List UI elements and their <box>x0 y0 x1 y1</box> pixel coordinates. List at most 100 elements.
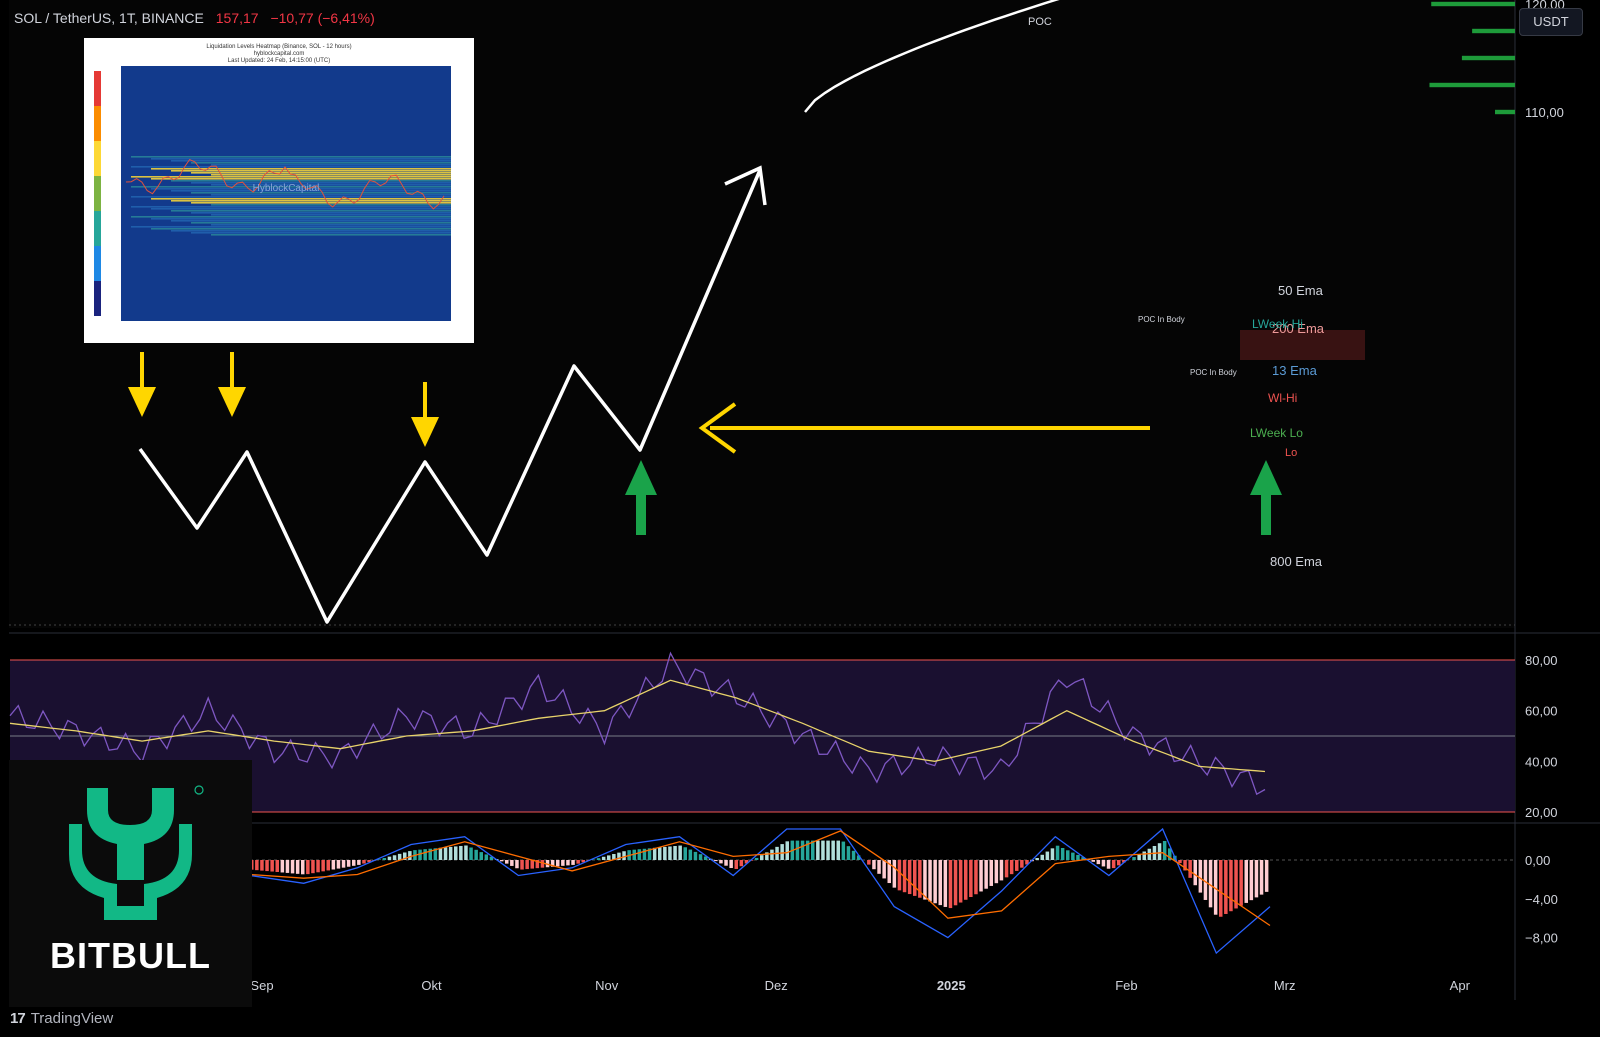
macd-histogram-bar <box>974 860 978 895</box>
ema800-label: 800 Ema <box>1270 554 1323 569</box>
heatmap-colorbar <box>94 71 101 316</box>
macd-histogram-bar <box>397 853 402 860</box>
macd-histogram-bar <box>1050 848 1055 860</box>
macd-histogram-bar <box>943 860 948 907</box>
macd-histogram-bar <box>851 850 856 860</box>
heatmap-band <box>171 230 451 232</box>
macd-tick-label: −8,00 <box>1525 931 1558 946</box>
heatmap-band <box>171 220 451 222</box>
macd-histogram-bar <box>1254 860 1259 898</box>
price-value: 157,17 <box>215 10 259 26</box>
heatmap-band <box>211 224 451 226</box>
macd-histogram-bar <box>464 845 468 860</box>
macd-histogram-bar <box>270 860 274 872</box>
macd-histogram-bar <box>1249 860 1254 901</box>
heatmap-band <box>151 208 451 210</box>
heatmap-band <box>171 200 451 202</box>
macd-histogram-bar <box>479 852 483 860</box>
macd-histogram-bar <box>510 860 514 866</box>
currency-button[interactable]: USDT <box>1519 8 1583 36</box>
macd-histogram-bar <box>754 857 759 860</box>
macd-histogram-bar <box>663 846 667 860</box>
macd-histogram-bar <box>1020 860 1024 868</box>
macd-histogram-bar <box>892 860 897 888</box>
footer-brand[interactable]: TradingView <box>31 1010 114 1027</box>
ema13-label: 13 Ema <box>1272 363 1318 378</box>
time-tick-label: Okt <box>421 978 442 993</box>
macd-histogram-bar <box>1239 860 1243 906</box>
heatmap-band <box>131 196 451 198</box>
heatmap-band <box>171 160 451 162</box>
colorbar-segment <box>94 141 101 176</box>
macd-histogram-bar <box>484 854 489 860</box>
macd-histogram-bar <box>1157 843 1162 860</box>
macd-histogram-bar <box>520 860 524 870</box>
heatmap-band <box>171 180 451 182</box>
macd-histogram-bar <box>1137 854 1141 860</box>
macd-histogram-bar <box>1009 860 1014 875</box>
macd-histogram-bar <box>326 860 330 871</box>
macd-histogram-bar <box>984 860 988 889</box>
poc-label: POC <box>1028 16 1052 28</box>
macd-histogram-bar <box>331 860 336 870</box>
colorbar-segment <box>94 211 101 246</box>
macd-histogram-bar <box>994 860 999 884</box>
macd-histogram-bar <box>525 860 529 870</box>
macd-histogram-bar <box>321 860 325 872</box>
macd-histogram-bar <box>841 841 846 860</box>
macd-histogram-bar <box>1071 852 1075 860</box>
macd-histogram-bar <box>1101 860 1106 867</box>
macd-histogram-bar <box>601 856 606 860</box>
macd-histogram-bar <box>1203 860 1208 900</box>
macd-histogram-bar <box>357 860 361 865</box>
macd-histogram-bar <box>1178 860 1182 864</box>
macd-histogram-bar <box>454 846 458 860</box>
macd-histogram-bar <box>698 854 703 860</box>
macd-histogram-bar <box>566 860 570 866</box>
macd-histogram-bar <box>913 860 917 896</box>
macd-histogram-bar <box>678 845 682 860</box>
macd-histogram-bar <box>1259 860 1264 895</box>
macd-histogram-bar <box>1096 860 1101 865</box>
time-tick-label: 2025 <box>937 978 966 993</box>
macd-histogram-bar <box>760 855 764 860</box>
macd-histogram-bar <box>1193 860 1197 886</box>
heatmap-band <box>191 192 451 194</box>
macd-histogram-bar <box>729 860 733 869</box>
macd-histogram-bar <box>311 860 315 874</box>
macd-histogram-bar <box>255 860 259 871</box>
heatmap-band <box>151 158 451 160</box>
macd-histogram-bar <box>882 860 886 879</box>
heatmap-band <box>211 234 451 236</box>
macd-histogram-bar <box>1198 860 1203 893</box>
time-tick-label: Apr <box>1450 978 1471 993</box>
macd-histogram-bar <box>953 860 958 906</box>
lweek-lo-label: LWeek Lo <box>1250 426 1303 440</box>
macd-histogram-bar <box>515 860 519 869</box>
macd-histogram-bar <box>306 860 310 875</box>
green-arrow-shaft <box>1261 490 1271 535</box>
heatmap-watermark: HyblockCapital <box>253 183 320 194</box>
wl-hi-label: Wl-Hi <box>1268 391 1297 405</box>
time-tick-label: Feb <box>1115 978 1137 993</box>
ema50-label: 50 Ema <box>1278 283 1324 298</box>
heatmap-band <box>131 166 451 168</box>
macd-histogram-bar <box>423 849 427 860</box>
heatmap-band <box>131 206 451 208</box>
macd-histogram-bar <box>474 849 478 860</box>
macd-histogram-bar <box>1117 860 1121 866</box>
heatmap-band <box>191 202 451 204</box>
macd-histogram-bar <box>1060 847 1065 860</box>
macd-histogram-bar <box>923 860 927 900</box>
heatmap-band <box>191 182 451 184</box>
heatmap-band <box>211 214 451 216</box>
macd-histogram-bar <box>1076 854 1080 860</box>
macd-histogram-bar <box>265 860 269 872</box>
macd-tick-label: −4,00 <box>1525 892 1558 907</box>
macd-histogram-bar <box>295 860 300 874</box>
macd-histogram-bar <box>688 849 693 860</box>
poc-in-body-label: POC In Body <box>1138 315 1185 324</box>
macd-histogram-bar <box>1035 858 1039 860</box>
macd-histogram-bar <box>1055 845 1060 860</box>
colorbar-segment <box>94 246 101 281</box>
